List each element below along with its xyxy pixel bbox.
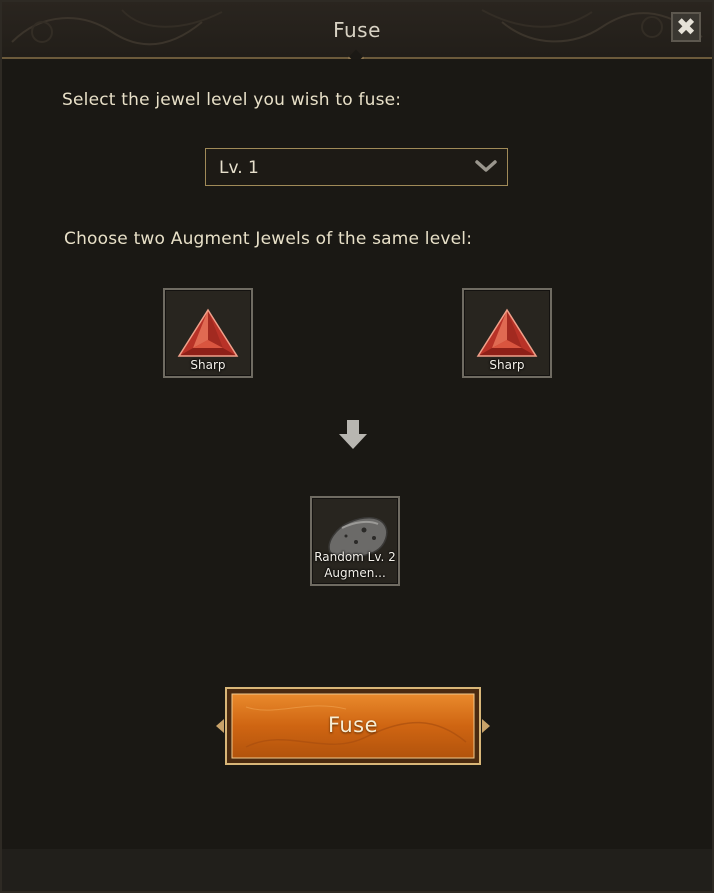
- arrow-down-icon: [339, 420, 367, 449]
- fuse-window: Fuse ✖ Select the jewel level you wish t…: [0, 0, 714, 893]
- jewel-name-left: Sharp: [190, 358, 226, 372]
- fuse-button-label: Fuse: [327, 713, 379, 737]
- level-dropdown[interactable]: Lv. 1: [205, 148, 508, 186]
- result-name-line1: Random Lv. 2: [314, 550, 396, 564]
- jewel-name-right: Sharp: [489, 358, 525, 372]
- footer-bar: [2, 849, 712, 891]
- chevron-down-icon: [475, 160, 497, 172]
- jewel-slot-right[interactable]: Sharp: [462, 288, 552, 378]
- fuse-content: Select the jewel level you wish to fuse:…: [2, 59, 712, 849]
- level-dropdown-value: Lv. 1: [219, 158, 259, 178]
- result-slot[interactable]: Random Lv. 2 Augmen...: [310, 496, 400, 586]
- result-name: Random Lv. 2 Augmen...: [314, 549, 396, 581]
- close-button[interactable]: ✖: [671, 12, 701, 42]
- level-prompt: Select the jewel level you wish to fuse:: [62, 90, 402, 110]
- result-name-line2: Augmen...: [324, 566, 386, 580]
- jewel-prompt: Choose two Augment Jewels of the same le…: [64, 229, 473, 249]
- window-title: Fuse: [333, 18, 381, 42]
- jewel-slot-left[interactable]: Sharp: [163, 288, 253, 378]
- close-icon: ✖: [675, 13, 697, 41]
- fuse-button[interactable]: Fuse: [216, 687, 490, 765]
